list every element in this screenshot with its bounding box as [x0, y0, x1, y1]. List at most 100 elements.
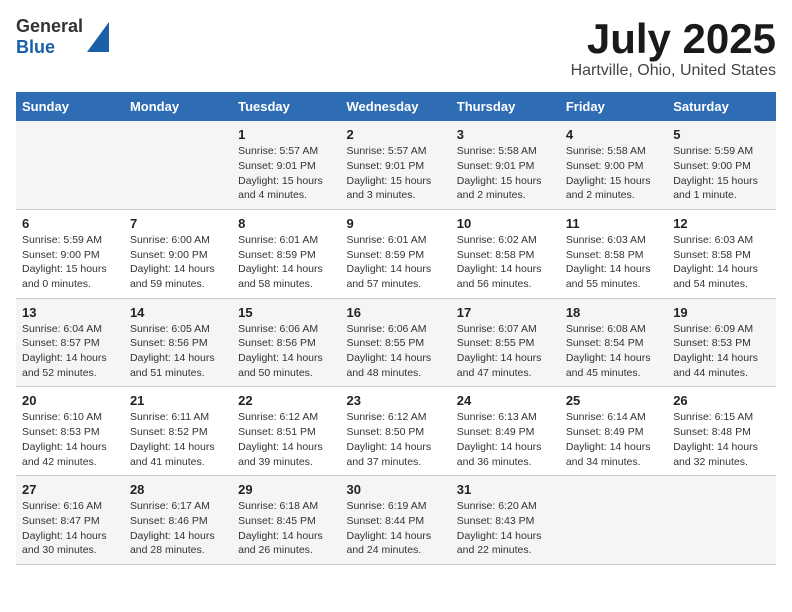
day-number: 11	[566, 216, 661, 231]
day-number: 12	[673, 216, 770, 231]
col-header-sunday: Sunday	[16, 92, 124, 121]
day-info: Sunrise: 6:12 AM Sunset: 8:50 PM Dayligh…	[347, 410, 445, 469]
calendar-cell: 5 Sunrise: 5:59 AM Sunset: 9:00 PM Daylig…	[667, 121, 776, 209]
day-info: Sunrise: 6:01 AM Sunset: 8:59 PM Dayligh…	[238, 233, 334, 292]
week-row-3: 13 Sunrise: 6:04 AM Sunset: 8:57 PM Dayli…	[16, 298, 776, 387]
day-number: 13	[22, 305, 118, 320]
day-info: Sunrise: 5:58 AM Sunset: 9:00 PM Dayligh…	[566, 144, 661, 203]
day-number: 2	[347, 127, 445, 142]
col-header-tuesday: Tuesday	[232, 92, 340, 121]
calendar-cell: 15 Sunrise: 6:06 AM Sunset: 8:56 PM Dayli…	[232, 298, 340, 387]
calendar-cell: 31Sunrise: 6:20 AM Sunset: 8:43 PM Dayli…	[451, 476, 560, 565]
calendar-cell: 13 Sunrise: 6:04 AM Sunset: 8:57 PM Dayli…	[16, 298, 124, 387]
day-number: 4	[566, 127, 661, 142]
calendar-cell	[16, 121, 124, 209]
calendar-cell: 14Sunrise: 6:05 AM Sunset: 8:56 PM Dayli…	[124, 298, 232, 387]
calendar-cell: 24 Sunrise: 6:13 AM Sunset: 8:49 PM Dayli…	[451, 387, 560, 476]
calendar-cell: 19 Sunrise: 6:09 AM Sunset: 8:53 PM Dayli…	[667, 298, 776, 387]
day-number: 25	[566, 393, 661, 408]
day-info: Sunrise: 6:01 AM Sunset: 8:59 PM Dayligh…	[347, 233, 445, 292]
title-block: July 2025 Hartville, Ohio, United States	[571, 16, 776, 80]
calendar-cell: 8 Sunrise: 6:01 AM Sunset: 8:59 PM Daylig…	[232, 209, 340, 298]
logo-blue: Blue	[16, 37, 55, 58]
day-number: 22	[238, 393, 334, 408]
col-header-saturday: Saturday	[667, 92, 776, 121]
calendar-cell: 1Sunrise: 5:57 AM Sunset: 9:01 PM Daylig…	[232, 121, 340, 209]
calendar-cell: 27 Sunrise: 6:16 AM Sunset: 8:47 PM Dayli…	[16, 476, 124, 565]
day-info: Sunrise: 6:15 AM Sunset: 8:48 PM Dayligh…	[673, 410, 770, 469]
col-header-wednesday: Wednesday	[341, 92, 451, 121]
day-info: Sunrise: 5:58 AM Sunset: 9:01 PM Dayligh…	[457, 144, 554, 203]
col-header-friday: Friday	[560, 92, 667, 121]
day-info: Sunrise: 5:59 AM Sunset: 9:00 PM Dayligh…	[673, 144, 770, 203]
day-number: 30	[347, 482, 445, 497]
day-info: Sunrise: 6:12 AM Sunset: 8:51 PM Dayligh…	[238, 410, 334, 469]
week-row-5: 27 Sunrise: 6:16 AM Sunset: 8:47 PM Dayli…	[16, 476, 776, 565]
calendar-cell: 20Sunrise: 6:10 AM Sunset: 8:53 PM Dayli…	[16, 387, 124, 476]
day-info: Sunrise: 6:07 AM Sunset: 8:55 PM Dayligh…	[457, 322, 554, 381]
day-info: Sunrise: 6:18 AM Sunset: 8:45 PM Dayligh…	[238, 499, 334, 558]
calendar-cell: 16 Sunrise: 6:06 AM Sunset: 8:55 PM Dayli…	[341, 298, 451, 387]
day-number: 8	[238, 216, 334, 231]
calendar-cell	[667, 476, 776, 565]
day-number: 24	[457, 393, 554, 408]
calendar-cell: 25 Sunrise: 6:14 AM Sunset: 8:49 PM Dayli…	[560, 387, 667, 476]
day-number: 19	[673, 305, 770, 320]
day-number: 3	[457, 127, 554, 142]
calendar-cell: 23Sunrise: 6:12 AM Sunset: 8:50 PM Dayli…	[341, 387, 451, 476]
day-number: 27	[22, 482, 118, 497]
day-number: 26	[673, 393, 770, 408]
main-title: July 2025	[571, 16, 776, 62]
day-info: Sunrise: 6:17 AM Sunset: 8:46 PM Dayligh…	[130, 499, 226, 558]
calendar-cell: 7Sunrise: 6:00 AM Sunset: 9:00 PM Daylig…	[124, 209, 232, 298]
day-info: Sunrise: 6:14 AM Sunset: 8:49 PM Dayligh…	[566, 410, 661, 469]
day-number: 29	[238, 482, 334, 497]
day-info: Sunrise: 6:06 AM Sunset: 8:55 PM Dayligh…	[347, 322, 445, 381]
calendar-cell: 21Sunrise: 6:11 AM Sunset: 8:52 PM Dayli…	[124, 387, 232, 476]
day-info: Sunrise: 6:04 AM Sunset: 8:57 PM Dayligh…	[22, 322, 118, 381]
day-number: 16	[347, 305, 445, 320]
day-number: 20	[22, 393, 118, 408]
calendar-cell: 10Sunrise: 6:02 AM Sunset: 8:58 PM Dayli…	[451, 209, 560, 298]
day-info: Sunrise: 6:09 AM Sunset: 8:53 PM Dayligh…	[673, 322, 770, 381]
calendar-cell: 26 Sunrise: 6:15 AM Sunset: 8:48 PM Dayli…	[667, 387, 776, 476]
day-info: Sunrise: 6:05 AM Sunset: 8:56 PM Dayligh…	[130, 322, 226, 381]
calendar-cell: 29 Sunrise: 6:18 AM Sunset: 8:45 PM Dayli…	[232, 476, 340, 565]
day-number: 10	[457, 216, 554, 231]
calendar-cell: 11 Sunrise: 6:03 AM Sunset: 8:58 PM Dayli…	[560, 209, 667, 298]
day-info: Sunrise: 5:59 AM Sunset: 9:00 PM Dayligh…	[22, 233, 118, 292]
logo-icon	[87, 22, 109, 52]
day-number: 15	[238, 305, 334, 320]
day-info: Sunrise: 6:19 AM Sunset: 8:44 PM Dayligh…	[347, 499, 445, 558]
day-number: 6	[22, 216, 118, 231]
calendar-cell: 2 Sunrise: 5:57 AM Sunset: 9:01 PM Daylig…	[341, 121, 451, 209]
calendar-cell: 4 Sunrise: 5:58 AM Sunset: 9:00 PM Daylig…	[560, 121, 667, 209]
calendar-cell: 22 Sunrise: 6:12 AM Sunset: 8:51 PM Dayli…	[232, 387, 340, 476]
week-row-1: 1Sunrise: 5:57 AM Sunset: 9:01 PM Daylig…	[16, 121, 776, 209]
day-info: Sunrise: 6:13 AM Sunset: 8:49 PM Dayligh…	[457, 410, 554, 469]
subtitle: Hartville, Ohio, United States	[571, 62, 776, 80]
day-info: Sunrise: 6:11 AM Sunset: 8:52 PM Dayligh…	[130, 410, 226, 469]
calendar-cell: 18Sunrise: 6:08 AM Sunset: 8:54 PM Dayli…	[560, 298, 667, 387]
day-info: Sunrise: 6:06 AM Sunset: 8:56 PM Dayligh…	[238, 322, 334, 381]
calendar-cell: 3 Sunrise: 5:58 AM Sunset: 9:01 PM Daylig…	[451, 121, 560, 209]
page-header: General Blue July 2025 Hartville, Ohio, …	[16, 16, 776, 80]
calendar-cell	[560, 476, 667, 565]
day-number: 5	[673, 127, 770, 142]
day-info: Sunrise: 6:20 AM Sunset: 8:43 PM Dayligh…	[457, 499, 554, 558]
day-info: Sunrise: 6:03 AM Sunset: 8:58 PM Dayligh…	[673, 233, 770, 292]
calendar-cell: 30 Sunrise: 6:19 AM Sunset: 8:44 PM Dayli…	[341, 476, 451, 565]
calendar-header-row: SundayMondayTuesdayWednesdayThursdayFrid…	[16, 92, 776, 121]
day-number: 9	[347, 216, 445, 231]
calendar-cell: 6 Sunrise: 5:59 AM Sunset: 9:00 PM Daylig…	[16, 209, 124, 298]
day-info: Sunrise: 5:57 AM Sunset: 9:01 PM Dayligh…	[347, 144, 445, 203]
day-number: 7	[130, 216, 226, 231]
day-number: 28	[130, 482, 226, 497]
week-row-4: 20Sunrise: 6:10 AM Sunset: 8:53 PM Dayli…	[16, 387, 776, 476]
day-info: Sunrise: 6:03 AM Sunset: 8:58 PM Dayligh…	[566, 233, 661, 292]
day-info: Sunrise: 6:08 AM Sunset: 8:54 PM Dayligh…	[566, 322, 661, 381]
calendar-cell	[124, 121, 232, 209]
calendar-cell: 9 Sunrise: 6:01 AM Sunset: 8:59 PM Daylig…	[341, 209, 451, 298]
day-info: Sunrise: 6:16 AM Sunset: 8:47 PM Dayligh…	[22, 499, 118, 558]
week-row-2: 6 Sunrise: 5:59 AM Sunset: 9:00 PM Daylig…	[16, 209, 776, 298]
